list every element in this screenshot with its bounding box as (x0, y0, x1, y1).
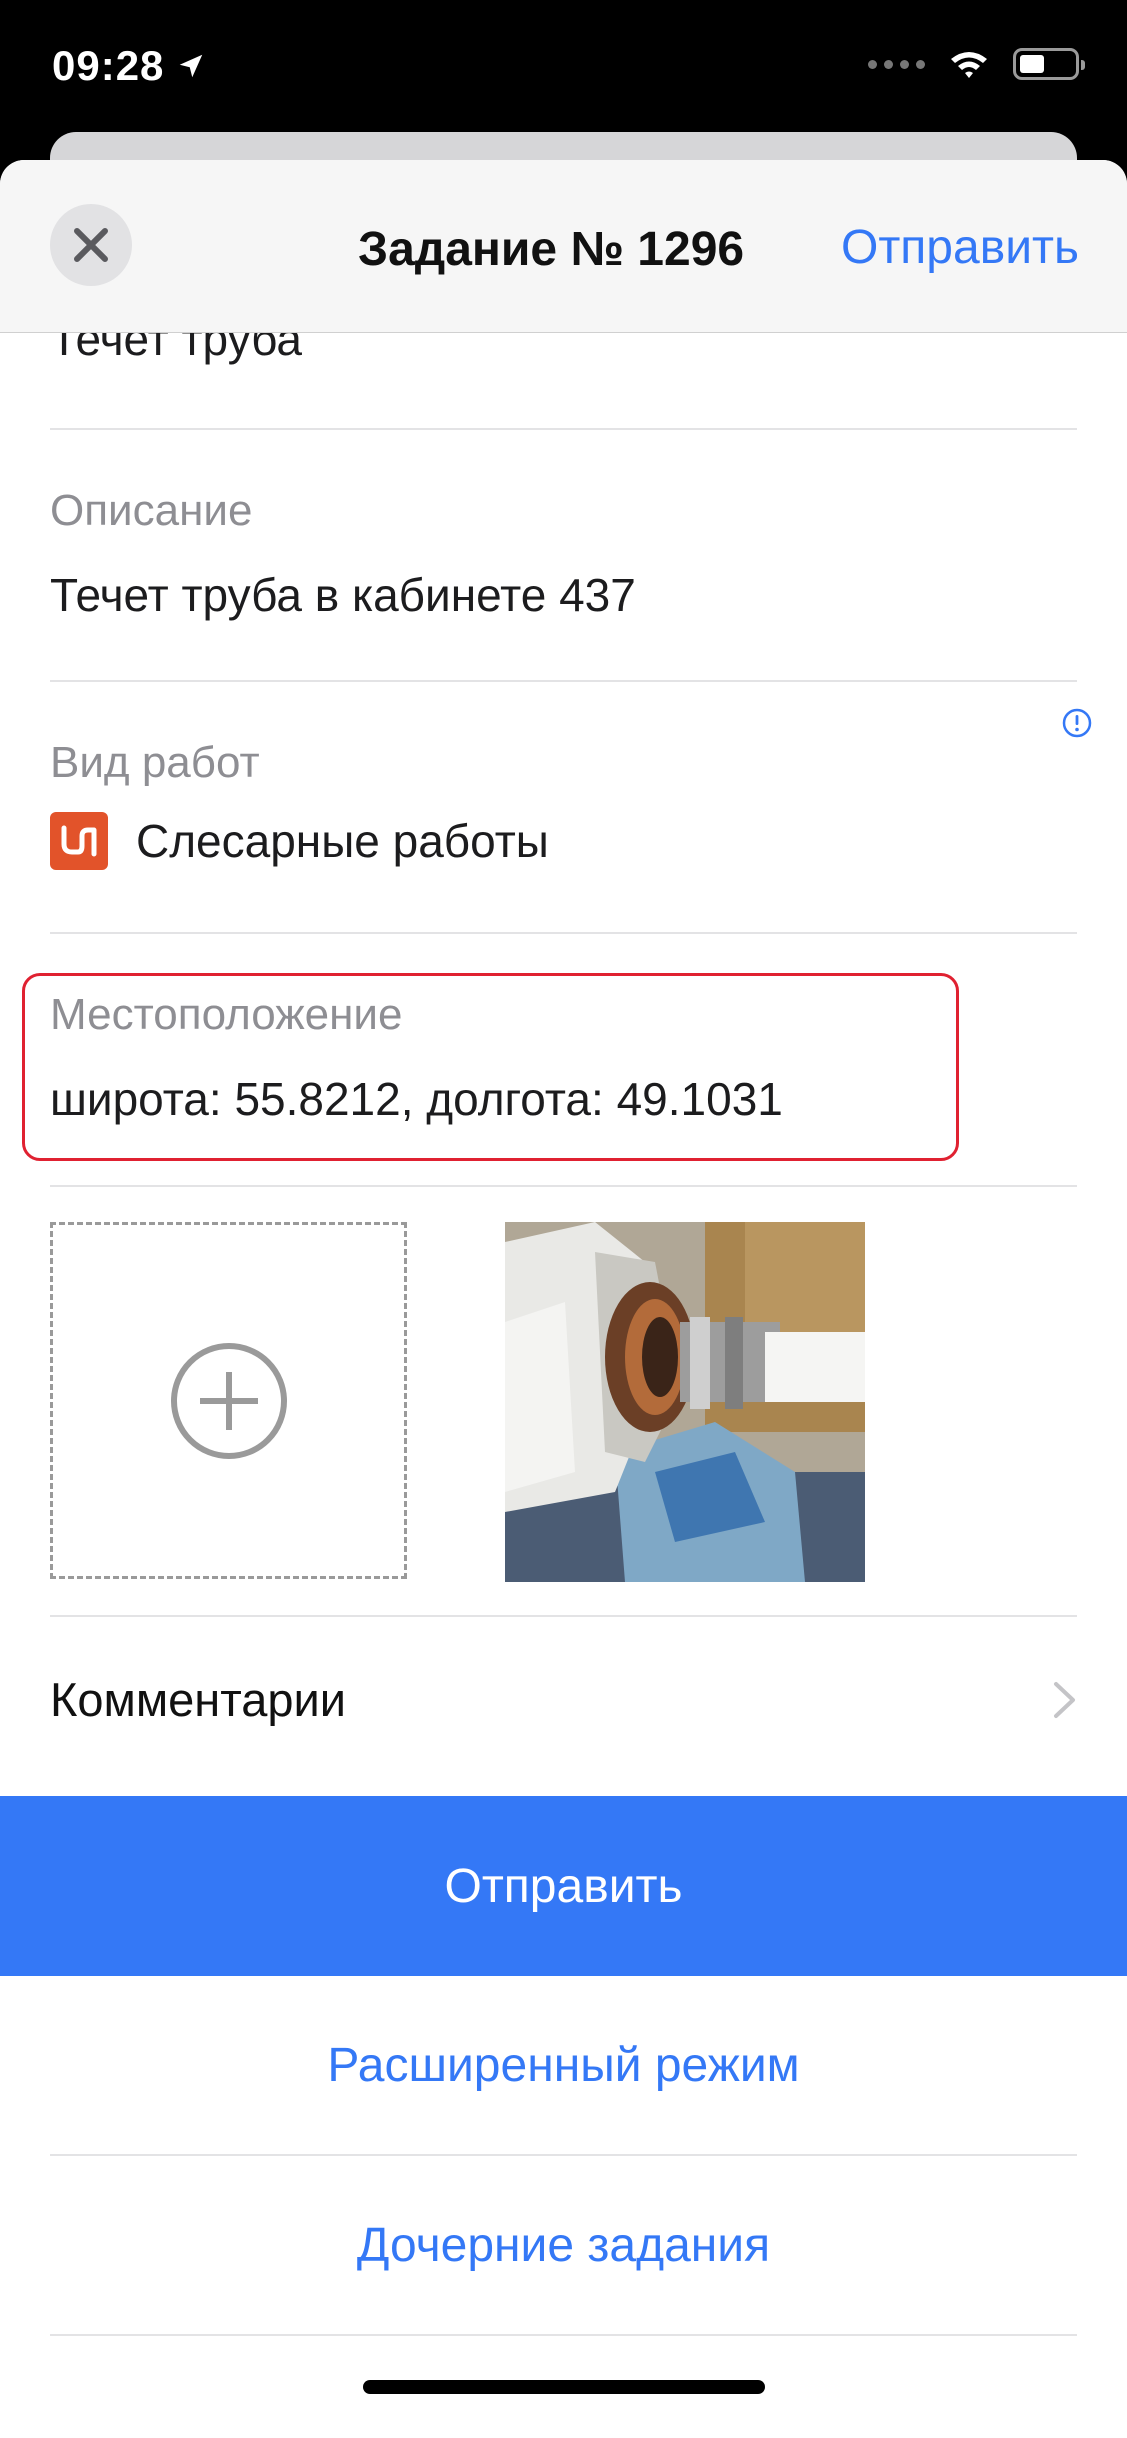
chevron-right-icon[interactable] (1052, 1680, 1078, 1720)
work-type-value[interactable]: Слесарные работы (50, 812, 549, 870)
battery-icon (1013, 48, 1085, 80)
nav-send-button[interactable]: Отправить (841, 220, 1079, 275)
status-time: 09:28 (52, 42, 206, 90)
pipe-icon (50, 812, 108, 870)
divider (50, 428, 1077, 430)
location-label: Местоположение (50, 990, 403, 1039)
description-value[interactable]: Течет труба в кабинете 437 (50, 568, 636, 622)
comments-row[interactable]: Комментарии (50, 1672, 346, 1727)
signal-dots-icon (868, 59, 925, 69)
divider (50, 1185, 1077, 1187)
divider (50, 932, 1077, 934)
description-label: Описание (50, 486, 253, 535)
location-arrow-icon (180, 54, 203, 78)
status-bar: 09:28 (0, 0, 1127, 135)
divider (50, 2334, 1077, 2336)
work-type-text: Слесарные работы (136, 815, 549, 867)
page-title: Задание № 1296 (358, 223, 745, 276)
home-indicator (363, 2380, 765, 2394)
subtasks-button[interactable]: Дочерние задания (0, 2156, 1127, 2334)
info-icon[interactable] (1062, 708, 1092, 738)
wifi-icon (951, 52, 987, 78)
location-value: широта: 55.8212, долгота: 49.1031 (50, 1073, 783, 1125)
add-photo-button[interactable] (50, 1222, 407, 1579)
divider (50, 680, 1077, 682)
divider (50, 1615, 1077, 1617)
work-type-label: Вид работ (50, 738, 260, 787)
advanced-mode-button[interactable]: Расширенный режим (0, 1976, 1127, 2154)
close-icon (74, 228, 108, 262)
close-button[interactable] (50, 204, 132, 286)
nav-bar: Задание № 1296 Отправить (0, 160, 1127, 333)
photo-thumbnail[interactable] (505, 1222, 865, 1582)
plus-circle-icon (170, 1342, 287, 1459)
task-sheet: Течет труба Описание Течет труба в кабин… (0, 160, 1127, 2438)
time-text: 09:28 (52, 42, 165, 89)
send-button[interactable]: Отправить (0, 1796, 1127, 1976)
status-icons (868, 48, 1085, 80)
